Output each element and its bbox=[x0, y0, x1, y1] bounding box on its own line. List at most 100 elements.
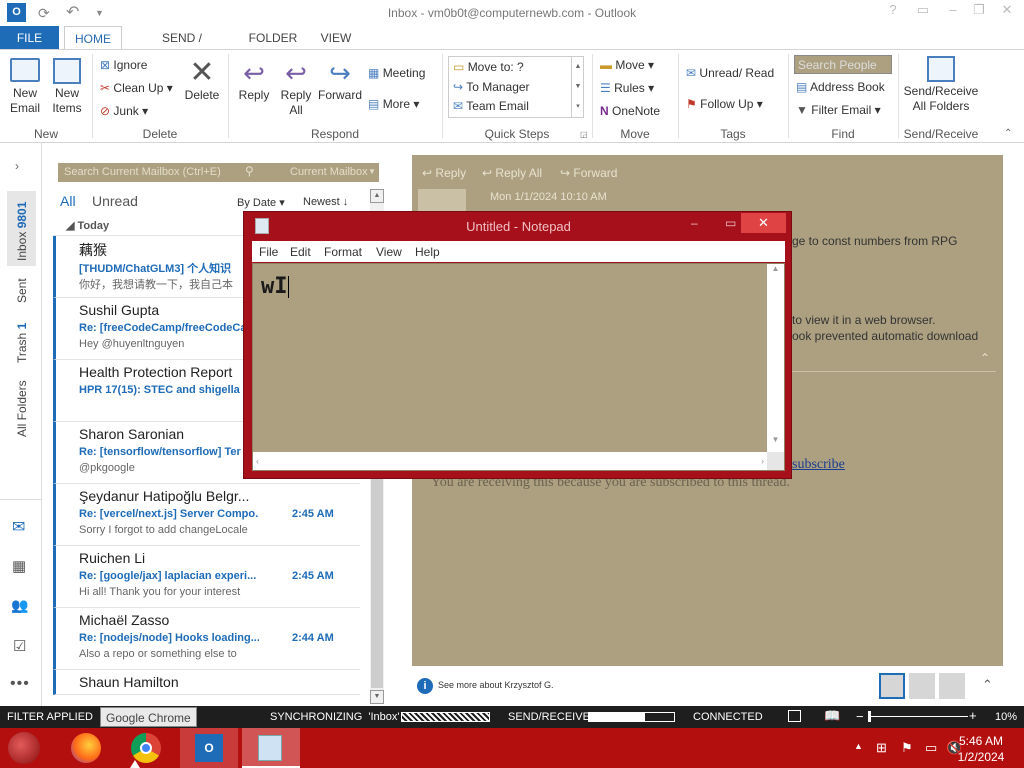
unsubscribe-link[interactable]: subscribe bbox=[792, 457, 845, 473]
more-nav-icon[interactable]: ••• bbox=[10, 675, 30, 693]
more-respond-button[interactable]: ▤ More ▾ bbox=[368, 97, 419, 111]
chrome-icon[interactable] bbox=[131, 733, 161, 763]
sort-newest[interactable]: Newest ↓ bbox=[303, 196, 348, 208]
list-item[interactable]: Ruichen Li Re: [google/jax] laplacian exp… bbox=[53, 546, 360, 608]
clock-date[interactable]: 1/2/2024 bbox=[954, 750, 1008, 764]
zoom-out-icon[interactable]: − bbox=[856, 709, 864, 724]
tab-view[interactable]: VIEW bbox=[314, 26, 358, 50]
contact-photo-3[interactable] bbox=[939, 673, 965, 699]
collapse-ribbon-icon[interactable]: ⌃ bbox=[1004, 128, 1012, 139]
close-icon[interactable]: ✕ bbox=[996, 2, 1018, 22]
nav-all-folders[interactable]: All Folders bbox=[15, 380, 29, 437]
info-collapse-icon[interactable]: ⌃ bbox=[980, 351, 990, 365]
battery-tray-icon[interactable]: ▭ bbox=[925, 740, 937, 756]
search-icon[interactable]: ⚲ bbox=[245, 164, 254, 178]
inline-reply-button[interactable]: ↩ Reply bbox=[422, 166, 466, 180]
tasks-icon[interactable]: ☑ bbox=[13, 637, 26, 655]
expand-pane-icon[interactable]: › bbox=[15, 159, 19, 173]
notepad-window[interactable]: Untitled - Notepad – ▭ ✕ File Edit Forma… bbox=[243, 211, 792, 479]
junk-button[interactable]: ⊘ Junk ▾ bbox=[100, 104, 148, 118]
normal-view-icon[interactable] bbox=[788, 710, 801, 722]
tab-send-receive[interactable]: SEND / RECEIVE bbox=[134, 26, 230, 69]
ignore-button[interactable]: ⊠ Ignore bbox=[100, 58, 147, 72]
quick-step-move-to[interactable]: ▭ Move to: ? bbox=[453, 60, 524, 74]
send-receive-all-button[interactable]: Send/Receive All Folders bbox=[902, 56, 980, 114]
people-icon[interactable]: 👥 bbox=[11, 597, 28, 614]
address-book-button[interactable]: ▤ Address Book bbox=[796, 80, 885, 94]
tab-file[interactable]: FILE bbox=[0, 26, 59, 50]
firefox-icon[interactable] bbox=[71, 733, 101, 763]
quick-steps-scroll[interactable]: ▲ ▼ ▾ bbox=[571, 57, 584, 117]
clock-time[interactable]: 5:46 AM bbox=[958, 734, 1004, 748]
ribbon-display-icon[interactable]: ▭ bbox=[912, 2, 934, 22]
show-hidden-icons[interactable]: ▲ bbox=[854, 741, 863, 751]
contact-photo-2[interactable] bbox=[909, 673, 935, 699]
outlook-taskbar-button[interactable]: O bbox=[180, 728, 238, 768]
notepad-resize-grip[interactable] bbox=[767, 452, 784, 470]
search-scope-dropdown[interactable]: Current Mailbox bbox=[290, 166, 368, 178]
group-header-today[interactable]: ◢ Today bbox=[66, 219, 109, 232]
list-item[interactable]: Şeydanur Hatipoğlu Belgr... Re: [vercel/n… bbox=[53, 484, 360, 546]
notepad-close-button[interactable]: ✕ bbox=[741, 213, 786, 233]
inline-reply-all-button[interactable]: ↩ Reply All bbox=[482, 166, 542, 180]
nav-trash[interactable]: Trash 1 bbox=[15, 323, 29, 363]
notepad-hscrollbar[interactable]: ‹ › bbox=[253, 452, 767, 470]
quick-steps-launcher-icon[interactable]: ◲ bbox=[580, 130, 588, 139]
minimize-icon[interactable]: – bbox=[942, 2, 964, 22]
filter-email-button[interactable]: ▼ Filter Email ▾ bbox=[796, 103, 881, 117]
search-mailbox-bar[interactable]: Search Current Mailbox (Ctrl+E) ⚲ Curren… bbox=[58, 163, 379, 182]
list-item[interactable]: Michaël Zasso Re: [nodejs/node] Hooks loa… bbox=[53, 608, 360, 670]
nav-sent[interactable]: Sent bbox=[15, 278, 29, 303]
notepad-taskbar-button[interactable] bbox=[242, 728, 300, 768]
list-item[interactable]: Shaun Hamilton Re: [freeCodeCamp/freeCode… bbox=[53, 670, 360, 695]
mail-icon[interactable]: ✉ bbox=[12, 517, 25, 537]
maximize-icon[interactable]: ❐ bbox=[968, 2, 990, 22]
notepad-text-area[interactable]: wI ▲ ▼ ‹ › bbox=[252, 263, 785, 471]
reply-all-button[interactable]: ↩ Reply All bbox=[276, 58, 316, 118]
search-input[interactable]: Search Current Mailbox (Ctrl+E) bbox=[64, 166, 221, 178]
sort-by-date[interactable]: By Date ▾ bbox=[237, 196, 285, 209]
calendar-icon[interactable]: ▦ bbox=[12, 557, 26, 575]
quick-step-to-manager[interactable]: ↪ To Manager bbox=[453, 80, 530, 94]
follow-up-button[interactable]: ⚑ Follow Up ▾ bbox=[686, 97, 763, 111]
tab-home[interactable]: HOME bbox=[64, 26, 122, 51]
menu-file[interactable]: File bbox=[259, 245, 278, 259]
menu-help[interactable]: Help bbox=[415, 245, 440, 259]
menu-format[interactable]: Format bbox=[324, 245, 362, 259]
scroll-up-icon[interactable]: ▲ bbox=[370, 189, 384, 203]
menu-view[interactable]: View bbox=[376, 245, 402, 259]
action-center-icon[interactable]: ⚑ bbox=[901, 740, 913, 756]
search-people-input[interactable]: Search People bbox=[794, 55, 892, 74]
network-tray-icon[interactable]: ⊞ bbox=[876, 740, 887, 756]
inline-forward-button[interactable]: ↪ Forward bbox=[560, 166, 617, 180]
onenote-button[interactable]: N OneNote bbox=[600, 104, 660, 118]
forward-button[interactable]: ↪ Forward bbox=[316, 58, 364, 103]
reading-view-icon[interactable]: 📖 bbox=[824, 708, 840, 724]
people-pane-collapse-icon[interactable]: ⌃ bbox=[982, 677, 993, 693]
help-icon[interactable]: ? bbox=[882, 2, 904, 22]
reply-button[interactable]: ↩ Reply bbox=[232, 58, 276, 103]
filter-all[interactable]: All bbox=[60, 193, 76, 209]
zoom-level[interactable]: 10% bbox=[995, 711, 1017, 723]
tab-folder[interactable]: FOLDER bbox=[244, 26, 302, 50]
scope-dropdown-icon[interactable]: ▼ bbox=[368, 167, 376, 176]
notepad-minimize-icon[interactable]: – bbox=[691, 216, 698, 230]
zoom-in-icon[interactable]: + bbox=[969, 708, 977, 723]
notepad-maximize-icon[interactable]: ▭ bbox=[725, 216, 736, 230]
see-more-link[interactable]: See more about Krzysztof G. bbox=[438, 680, 554, 690]
new-items-button[interactable]: New Items bbox=[48, 58, 86, 116]
quick-step-team-email[interactable]: ✉ Team Email bbox=[453, 99, 529, 113]
start-button-icon[interactable] bbox=[8, 732, 40, 764]
move-button[interactable]: ▬ Move ▾ bbox=[600, 58, 654, 72]
zoom-slider[interactable] bbox=[868, 716, 968, 717]
rules-button[interactable]: ☰ Rules ▾ bbox=[600, 81, 654, 95]
clean-up-button[interactable]: ✂ Clean Up ▾ bbox=[100, 81, 173, 95]
delete-button[interactable]: ✕ Delete bbox=[180, 58, 224, 103]
menu-edit[interactable]: Edit bbox=[290, 245, 311, 259]
nav-inbox[interactable]: Inbox 9801 bbox=[15, 202, 29, 261]
new-email-button[interactable]: New Email bbox=[4, 58, 46, 116]
contact-photo-1[interactable] bbox=[879, 673, 905, 699]
scroll-down-icon[interactable]: ▼ bbox=[370, 690, 384, 704]
quick-steps-gallery[interactable]: ▭ Move to: ? ↪ To Manager ✉ Team Email ▲… bbox=[448, 56, 584, 118]
notepad-vscrollbar[interactable]: ▲ ▼ bbox=[767, 264, 784, 452]
